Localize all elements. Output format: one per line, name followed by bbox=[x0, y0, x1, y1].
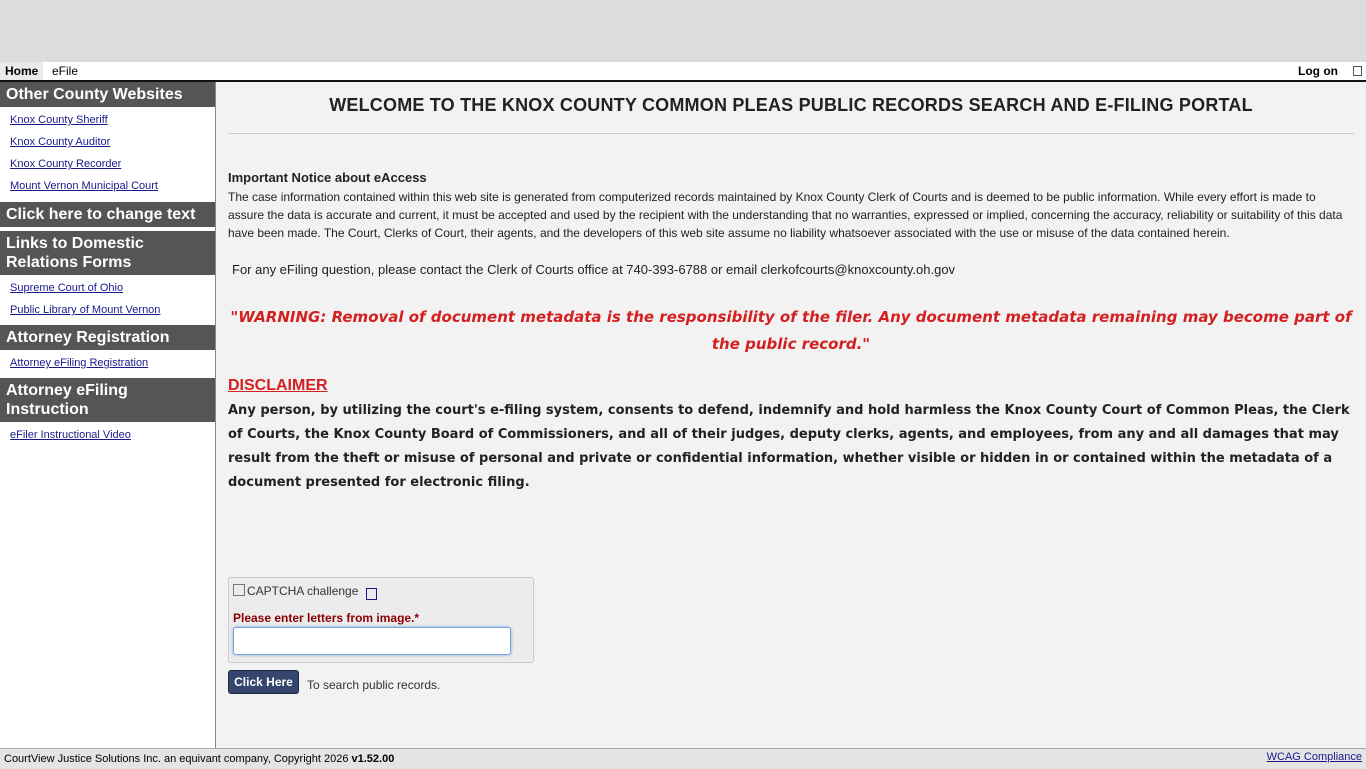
link-public-library-mount-vernon[interactable]: Public Library of Mount Vernon bbox=[0, 300, 215, 322]
sidebar-heading-attorney-registration: Attorney Registration bbox=[0, 325, 215, 350]
search-public-records-button[interactable]: Click Here bbox=[228, 670, 299, 694]
link-attorney-efiling-registration[interactable]: Attorney eFiling Registration bbox=[0, 353, 215, 375]
captcha-image: CAPTCHA challenge bbox=[233, 584, 358, 598]
sidebar-links-attorney-registration: Attorney eFiling Registration bbox=[0, 350, 215, 378]
footer-copyright: CourtView Justice Solutions Inc. an equi… bbox=[4, 753, 394, 765]
link-knox-county-auditor[interactable]: Knox County Auditor bbox=[0, 132, 215, 154]
link-knox-county-recorder[interactable]: Knox County Recorder bbox=[0, 154, 215, 176]
sidebar-heading-change-text[interactable]: Click here to change text bbox=[0, 202, 215, 227]
sidebar-heading-attorney-efiling-instruction: Attorney eFiling Instruction bbox=[0, 378, 215, 422]
disclaimer-body: Any person, by utilizing the court's e-f… bbox=[228, 403, 1350, 490]
title-divider bbox=[228, 133, 1354, 134]
captcha-refresh-icon[interactable] bbox=[366, 588, 377, 600]
captcha-input[interactable] bbox=[233, 627, 511, 655]
sidebar-links-domestic-relations: Supreme Court of Ohio Public Library of … bbox=[0, 275, 215, 325]
wcag-compliance-link[interactable]: WCAG Compliance bbox=[1267, 751, 1362, 763]
version-number: v1.52.00 bbox=[351, 753, 395, 765]
captcha-image-alt: CAPTCHA challenge bbox=[247, 584, 359, 598]
captcha-label: Please enter letters from image.* bbox=[233, 611, 420, 625]
sidebar-links-other-county: Knox County Sheriff Knox County Auditor … bbox=[0, 107, 215, 201]
sidebar-heading-other-county-websites: Other County Websites bbox=[0, 82, 215, 107]
link-supreme-court-of-ohio[interactable]: Supreme Court of Ohio bbox=[0, 278, 215, 300]
efile-contact-text: For any eFiling question, please contact… bbox=[232, 262, 956, 277]
metadata-warning: "WARNING: Removal of document metadata i… bbox=[230, 308, 1352, 353]
menu-log-on[interactable]: Log on bbox=[1298, 62, 1338, 80]
menu-bar: Home eFile Log on bbox=[0, 62, 1366, 82]
notice-heading: Important Notice about eAccess bbox=[228, 170, 427, 185]
broken-image-icon bbox=[233, 584, 245, 596]
menu-home[interactable]: Home bbox=[0, 62, 44, 80]
sidebar: Other County Websites Knox County Sherif… bbox=[0, 82, 216, 748]
captcha-panel: CAPTCHA challenge Please enter letters f… bbox=[228, 577, 534, 663]
page-title: WELCOME TO THE KNOX COUNTY COMMON PLEAS … bbox=[329, 95, 1253, 115]
link-mount-vernon-municipal-court[interactable]: Mount Vernon Municipal Court bbox=[0, 176, 215, 198]
main-content: WELCOME TO THE KNOX COUNTY COMMON PLEAS … bbox=[228, 82, 1354, 490]
log-on-icon[interactable] bbox=[1353, 66, 1362, 76]
disclaimer-heading: DISCLAIMER bbox=[228, 377, 328, 394]
search-hint: To search public records. bbox=[307, 678, 441, 692]
sidebar-heading-domestic-relations-forms: Links to Domestic Relations Forms bbox=[0, 231, 215, 275]
sidebar-links-attorney-instruction: eFiler Instructional Video bbox=[0, 422, 215, 450]
footer: CourtView Justice Solutions Inc. an equi… bbox=[0, 748, 1366, 769]
copyright-text: CourtView Justice Solutions Inc. an equi… bbox=[4, 753, 352, 765]
top-banner bbox=[0, 0, 1366, 62]
menu-efile[interactable]: eFile bbox=[52, 62, 78, 80]
link-knox-county-sheriff[interactable]: Knox County Sheriff bbox=[0, 110, 215, 132]
notice-body: The case information contained within th… bbox=[228, 190, 1343, 240]
link-efiler-instructional-video[interactable]: eFiler Instructional Video bbox=[0, 425, 215, 447]
